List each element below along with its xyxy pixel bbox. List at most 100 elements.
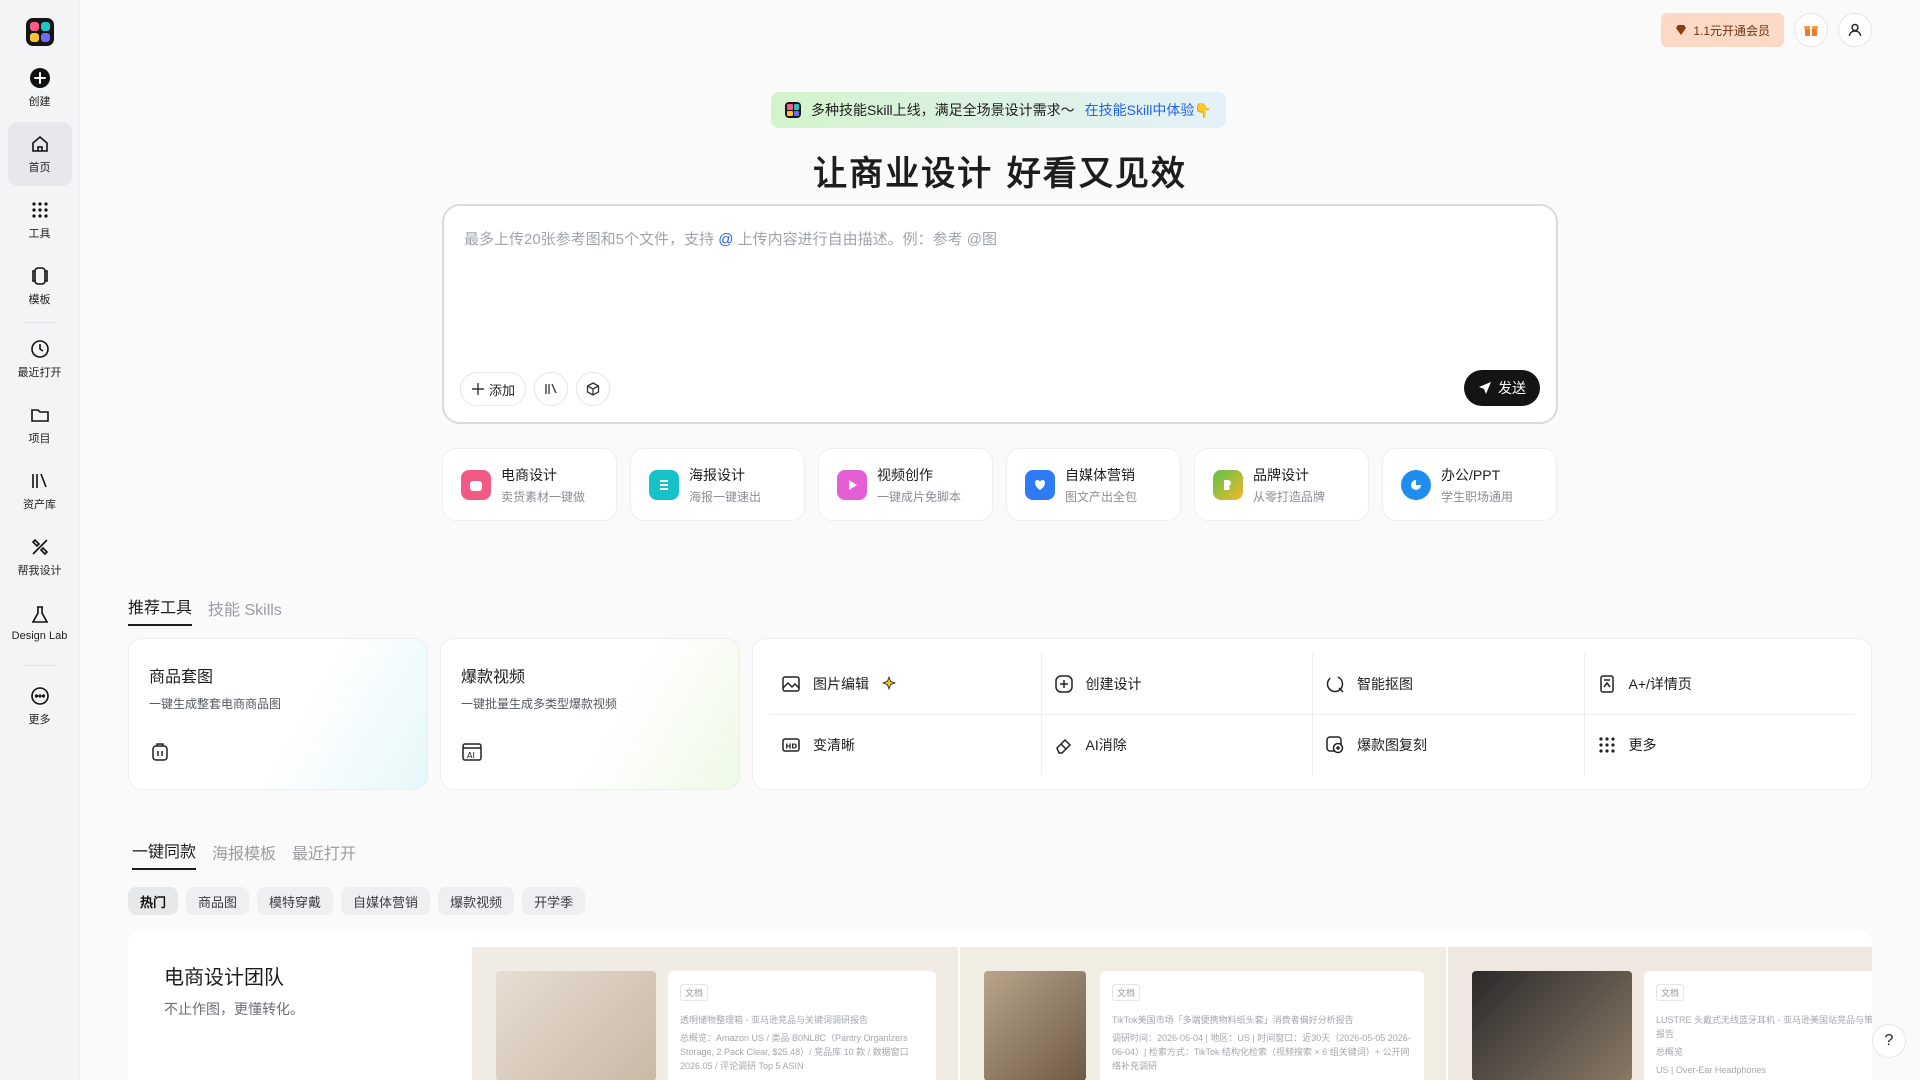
filter-video[interactable]: 爆款视频 (438, 887, 515, 915)
svg-text:AI: AI (467, 751, 475, 760)
sidebar: 创建 首页 工具 模板 最近打开 项目 资产库 帮我设计 Design Lab … (0, 0, 80, 1080)
tab-same-style[interactable]: 一键同款 (132, 838, 197, 870)
tool-ai-erase[interactable]: AI消除 (1040, 714, 1312, 775)
sidebar-item-label: Design Lab (11, 630, 68, 642)
sidebar-item-home[interactable]: 首页 (7, 122, 72, 186)
skill-logo-icon (785, 102, 801, 118)
featured-viral-video[interactable]: 爆款视频 一键批量生成多类型爆款视频 AI (440, 638, 740, 790)
tab-recent[interactable]: 最近打开 (292, 840, 356, 870)
send-button[interactable]: 发送 (1464, 370, 1540, 406)
category-row: 电商设计卖货素材一键做 海报设计 海报一键速出 视频创作 一键成片免脚本 自媒体营销… (442, 448, 1557, 521)
shopping-bag-icon (461, 469, 491, 500)
tool-create-design[interactable]: 创建设计 (1040, 653, 1313, 714)
prompt-placeholder: 最多上传20张参考图和5个文件，支持 @ 上传内容进行自由描述。例：参考 @图 (464, 228, 997, 249)
filter-hot[interactable]: 热门 (128, 887, 179, 915)
grid-dots-icon (1598, 737, 1615, 753)
category-sub: 从零打造品牌 (1253, 489, 1326, 504)
doc-line: LUSTRE 头戴式无线蓝牙耳机 - 亚马逊美国站竞品与策略分析报告 (1656, 1015, 1872, 1039)
prompt-input[interactable]: 最多上传20张参考图和5个文件，支持 @ 上传内容进行自由描述。例：参考 @图 … (442, 204, 1558, 424)
featured-sub: 一键批量生成多类型爆款视频 (461, 697, 618, 711)
heart-chat-icon (1025, 469, 1055, 500)
user-icon (1848, 23, 1862, 37)
banner-link[interactable]: 在技能Skill中体验👇 (1085, 100, 1212, 120)
filter-social[interactable]: 自媒体营销 (341, 887, 431, 915)
placeholder-at: @ (718, 231, 734, 248)
sidebar-item-design-assist[interactable]: 帮我设计 (8, 527, 72, 587)
showcase-panel: 电商设计团队 不止作图，更懂转化。 文档 透明储物整理箱 - 亚马逊竞品与关键词… (128, 929, 1872, 1080)
sidebar-item-templates[interactable]: 模板 (8, 256, 72, 316)
card-thumbnail (984, 971, 1086, 1080)
help-button[interactable]: ? (1872, 1024, 1906, 1058)
category-ecommerce[interactable]: 电商设计卖货素材一键做 (442, 448, 617, 521)
brand-icon (1213, 469, 1243, 500)
category-sub: 卖货素材一键做 (501, 489, 586, 504)
app-logo[interactable] (25, 18, 54, 46)
tool-label: 更多 (1628, 737, 1657, 753)
vip-button[interactable]: 1.1元开通会员 (1661, 13, 1784, 47)
tab-poster-templates[interactable]: 海报模板 (212, 840, 276, 870)
sidebar-item-design-lab[interactable]: Design Lab (8, 593, 72, 653)
sidebar-item-create[interactable]: 创建 (8, 62, 72, 114)
showcase-card[interactable]: 文档 TikTok美国市场「多端便携物料纸头套」消费者偏好分析报告 调研时间：2… (960, 947, 1446, 1080)
plus-icon (472, 383, 484, 395)
sidebar-item-label: 工具 (28, 228, 51, 240)
tool-label: 变清晰 (813, 737, 855, 753)
sidebar-divider (23, 665, 56, 666)
send-label: 发送 (1498, 380, 1526, 396)
cutout-icon (1326, 675, 1344, 693)
sidebar-item-projects[interactable]: 项目 (8, 395, 72, 455)
sidebar-item-recent[interactable]: 最近打开 (8, 329, 72, 389)
filter-school[interactable]: 开学季 (522, 887, 586, 915)
showcase-sub: 不止作图，更懂转化。 (164, 1001, 304, 1017)
tool-replicate[interactable]: 爆款图复刻 (1312, 714, 1584, 775)
asset-library-button[interactable] (534, 372, 569, 406)
skill-banner[interactable]: 多种技能Skill上线，满足全场景设计需求～ 在技能Skill中体验👇 (771, 92, 1226, 128)
category-brand[interactable]: 品牌设计从零打造品牌 (1194, 448, 1369, 521)
category-social[interactable]: 自媒体营销 图文产出全包 (1006, 448, 1181, 521)
category-sub: 学生职场通用 (1441, 489, 1514, 504)
tool-detail-page[interactable]: A+/详情页 (1583, 653, 1856, 714)
tool-enhance[interactable]: HD 变清晰 (769, 714, 1041, 775)
category-title: 品牌设计 (1253, 466, 1309, 483)
tool-label: 图片编辑 (813, 675, 869, 692)
user-button[interactable] (1838, 13, 1872, 47)
card-thumbnail (1472, 971, 1632, 1080)
sidebar-item-assets[interactable]: 资产库 (8, 461, 72, 521)
sidebar-item-more[interactable]: 更多 (8, 676, 72, 736)
filter-product[interactable]: 商品图 (186, 887, 250, 915)
cube-icon (586, 382, 600, 396)
tool-image-edit[interactable]: 图片编辑 (769, 653, 1041, 714)
card-document: 文档 TikTok美国市场「多端便携物料纸头套」消费者偏好分析报告 调研时间：2… (1100, 971, 1424, 1080)
sidebar-item-label: 项目 (28, 433, 51, 445)
svg-text:HD: HD (786, 743, 798, 751)
tool-smart-cutout[interactable]: 智能抠图 (1312, 653, 1584, 714)
filter-model[interactable]: 模特穿戴 (257, 887, 334, 915)
featured-product-set[interactable]: 商品套图 一键生成整套电商商品图 (128, 638, 428, 790)
tab-skills[interactable]: 技能 Skills (208, 596, 282, 626)
add-button[interactable]: 添加 (460, 372, 527, 406)
gift-button[interactable] (1794, 13, 1828, 47)
template-icon (29, 265, 51, 287)
sidebar-item-label: 资产库 (23, 499, 56, 511)
sidebar-item-label: 帮我设计 (17, 565, 62, 577)
category-video[interactable]: 视频创作 一键成片免脚本 (818, 448, 993, 521)
category-title: 电商设计 (501, 466, 557, 483)
showcase-card[interactable]: 文档 透明储物整理箱 - 亚马逊竞品与关键词调研报告 总概览：Amazon US… (472, 947, 958, 1080)
sidebar-item-label: 更多 (28, 714, 51, 726)
doc-line: 透明储物整理箱 - 亚马逊竞品与关键词调研报告 (680, 1015, 868, 1025)
category-sub: 图文产出全包 (1065, 489, 1138, 504)
tool-label: 创建设计 (1085, 675, 1142, 692)
folder-icon (29, 404, 51, 426)
category-office[interactable]: 办公/PPT 学生职场通用 (1382, 448, 1557, 521)
diamond-icon (1676, 25, 1687, 35)
card-thumbnail (496, 971, 656, 1080)
lab-icon (29, 604, 51, 626)
category-poster[interactable]: 海报设计 海报一键速出 (630, 448, 805, 521)
sidebar-item-tools[interactable]: 工具 (8, 190, 72, 250)
tab-recommended-tools[interactable]: 推荐工具 (128, 594, 193, 626)
page-title: 让商业设计 好看又见效 (813, 154, 1187, 194)
doc-line: 总概览：Amazon US / 类品 B0NL8C（Pantry Organiz… (680, 1033, 909, 1071)
model-button[interactable] (576, 372, 611, 406)
tool-more[interactable]: 更多 (1583, 714, 1855, 775)
showcase-card[interactable]: 文档 LUSTRE 头戴式无线蓝牙耳机 - 亚马逊美国站竞品与策略分析报告 总概… (1448, 947, 1872, 1080)
